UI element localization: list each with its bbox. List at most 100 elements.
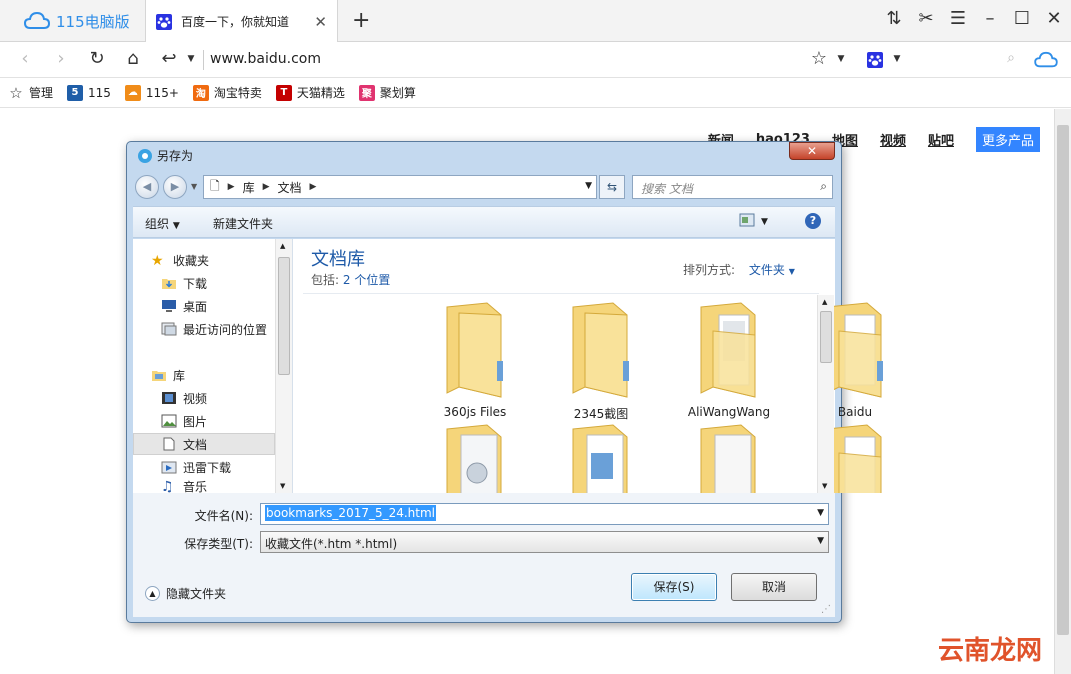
bookmark-taobao[interactable]: 淘 淘宝特卖: [192, 84, 262, 101]
breadcrumb-library[interactable]: 库: [243, 179, 255, 196]
breadcrumb-arrow-icon[interactable]: ▶: [310, 182, 317, 192]
help-icon[interactable]: ?: [805, 213, 821, 229]
navigation-pane: ★ 收藏夹 下载 桌面 最近访问的位置 库 视频 图片 文档 迅雷下载 ♫ 音乐…: [133, 239, 293, 493]
folder-item[interactable]: AliWangWang: [679, 301, 779, 421]
more-products-button[interactable]: 更多产品: [975, 127, 1040, 152]
folder-item[interactable]: [551, 423, 651, 493]
divider: [303, 293, 819, 294]
cancel-button[interactable]: 取消: [731, 573, 817, 601]
minimize-icon[interactable]: –: [978, 8, 1002, 29]
file-list-scrollbar[interactable]: ▲ ▼: [817, 295, 834, 493]
baidu-paw-icon: [867, 52, 883, 68]
link-video[interactable]: 视频: [880, 130, 906, 149]
filename-label: 文件名(N):: [194, 509, 253, 523]
brand-label: 115电脑版: [56, 12, 130, 31]
nav-libraries-header[interactable]: 库: [151, 364, 293, 386]
undo-icon[interactable]: ↩: [158, 48, 180, 69]
bookmark-tmall[interactable]: T 天猫精选: [275, 84, 345, 101]
scroll-up-icon[interactable]: ▲: [822, 298, 827, 306]
save-button[interactable]: 保存(S): [631, 573, 717, 601]
folder-item[interactable]: [679, 423, 779, 493]
nav-item-documents[interactable]: 文档: [133, 433, 275, 455]
maximize-icon[interactable]: ☐: [1010, 8, 1034, 29]
view-dropdown-icon[interactable]: ▼: [761, 217, 768, 227]
scissors-icon[interactable]: ✂: [914, 8, 938, 29]
tmall-icon: T: [275, 84, 292, 101]
refresh-button[interactable]: ⇆: [599, 175, 625, 199]
forward-icon[interactable]: ›: [50, 48, 72, 69]
scroll-up-icon[interactable]: ▲: [280, 242, 285, 250]
nav-favorites-header[interactable]: ★ 收藏夹: [151, 249, 293, 271]
forward-icon[interactable]: ▶: [163, 175, 187, 199]
close-window-icon[interactable]: ✕: [1042, 8, 1066, 29]
nav-pane-scrollbar[interactable]: ▲ ▼: [275, 239, 292, 493]
favorite-dropdown-icon[interactable]: ▼: [830, 54, 852, 64]
new-tab-icon[interactable]: +: [352, 8, 370, 33]
bookmark-manage[interactable]: ☆ 管理: [8, 84, 53, 102]
home-icon[interactable]: ⌂: [122, 48, 144, 69]
history-buttons: ◀ ▶ ▼: [135, 174, 197, 200]
search-engine-icon[interactable]: [866, 52, 884, 71]
reload-icon[interactable]: ↻: [86, 48, 108, 69]
new-folder-button[interactable]: 新建文件夹: [213, 215, 273, 232]
star-icon: ★: [151, 253, 164, 269]
close-tab-icon[interactable]: ✕: [314, 13, 327, 31]
breadcrumb-arrow-icon[interactable]: ▶: [228, 182, 235, 192]
bookmark-115-plus[interactable]: ☁ 115+: [124, 84, 179, 101]
download-folder-icon: [162, 279, 176, 289]
bookmark-115[interactable]: 5 115: [67, 84, 111, 101]
address-input[interactable]: www.baidu.com: [210, 51, 321, 67]
scroll-down-icon[interactable]: ▼: [822, 482, 827, 490]
favorite-star-icon[interactable]: ☆: [808, 48, 830, 69]
view-thumbnail-icon: [739, 213, 755, 227]
recent-places-icon: [161, 322, 177, 336]
brand[interactable]: 115电脑版: [0, 0, 145, 42]
scrollbar-thumb[interactable]: [278, 257, 290, 375]
search-input[interactable]: 搜索 文档 ⌕: [632, 175, 833, 199]
scrollbar-thumb[interactable]: [1057, 125, 1069, 635]
dialog-address-row: ◀ ▶ ▼ 🗋 ▶ 库 ▶ 文档 ▶ ▼ ⇆ 搜索 文档 ⌕: [135, 174, 833, 200]
menu-icon[interactable]: ☰: [946, 8, 970, 29]
back-icon[interactable]: ‹: [14, 48, 36, 69]
breadcrumb-arrow-icon[interactable]: ▶: [263, 182, 270, 192]
breadcrumb-documents[interactable]: 文档: [278, 179, 302, 196]
page-scrollbar[interactable]: [1054, 109, 1071, 674]
scrollbar-thumb[interactable]: [820, 311, 832, 363]
folder-item[interactable]: 360js Files: [425, 301, 525, 421]
desktop-icon: [162, 300, 176, 312]
tab-baidu[interactable]: 百度一下，你就知道 ✕: [145, 0, 338, 43]
library-includes: 包括: 2 个位置: [311, 271, 390, 288]
dialog-toolbar: 组织 ▼ 新建文件夹 ▼ ?: [133, 206, 835, 238]
hide-folders-toggle[interactable]: ▲ 隐藏文件夹: [145, 585, 226, 602]
bookmark-juhuasuan[interactable]: 聚 聚划算: [358, 84, 416, 101]
filetype-select[interactable]: 收藏文件(*.htm *.html) ▼: [260, 531, 829, 553]
history-dropdown-icon[interactable]: ▼: [191, 182, 197, 191]
search-engine-dropdown-icon[interactable]: ▼: [886, 54, 908, 64]
link-tieba[interactable]: 贴吧: [928, 130, 954, 149]
chevron-down-icon[interactable]: ▼: [585, 181, 592, 191]
view-icon[interactable]: [739, 213, 755, 230]
dialog-close-button[interactable]: ✕: [789, 142, 835, 160]
cloud-sync-icon[interactable]: [1034, 51, 1058, 72]
watermark: 云南龙网: [938, 636, 1043, 666]
bookmark-label: 聚划算: [379, 86, 416, 100]
arrange-by-dropdown[interactable]: 文件夹 ▼: [749, 263, 795, 277]
filename-field[interactable]: bookmarks_2017_5_24.html ▼: [260, 503, 829, 525]
organize-button[interactable]: 组织 ▼: [145, 215, 180, 232]
arrange-by: 排列方式: 文件夹 ▼: [683, 261, 795, 278]
bookmark-label: 115: [88, 85, 111, 100]
resize-grip-icon[interactable]: ⋰: [821, 604, 831, 615]
scroll-down-icon[interactable]: ▼: [280, 482, 285, 490]
sort-arrows-icon[interactable]: ⇅: [882, 8, 906, 29]
nav-label: 迅雷下载: [183, 460, 232, 475]
back-icon[interactable]: ◀: [135, 175, 159, 199]
folder-label: 360js Files: [443, 405, 507, 419]
folder-item[interactable]: [425, 423, 525, 493]
folder-item[interactable]: 2345截图: [551, 301, 651, 421]
search-icon[interactable]: ⌕: [1000, 50, 1022, 66]
undo-dropdown-icon[interactable]: ▼: [180, 54, 202, 64]
chevron-down-icon[interactable]: ▼: [817, 508, 824, 518]
chevron-down-icon[interactable]: ▼: [817, 536, 824, 546]
includes-locations-link[interactable]: 2 个位置: [343, 273, 390, 287]
breadcrumb[interactable]: 🗋 ▶ 库 ▶ 文档 ▶ ▼: [203, 175, 597, 199]
